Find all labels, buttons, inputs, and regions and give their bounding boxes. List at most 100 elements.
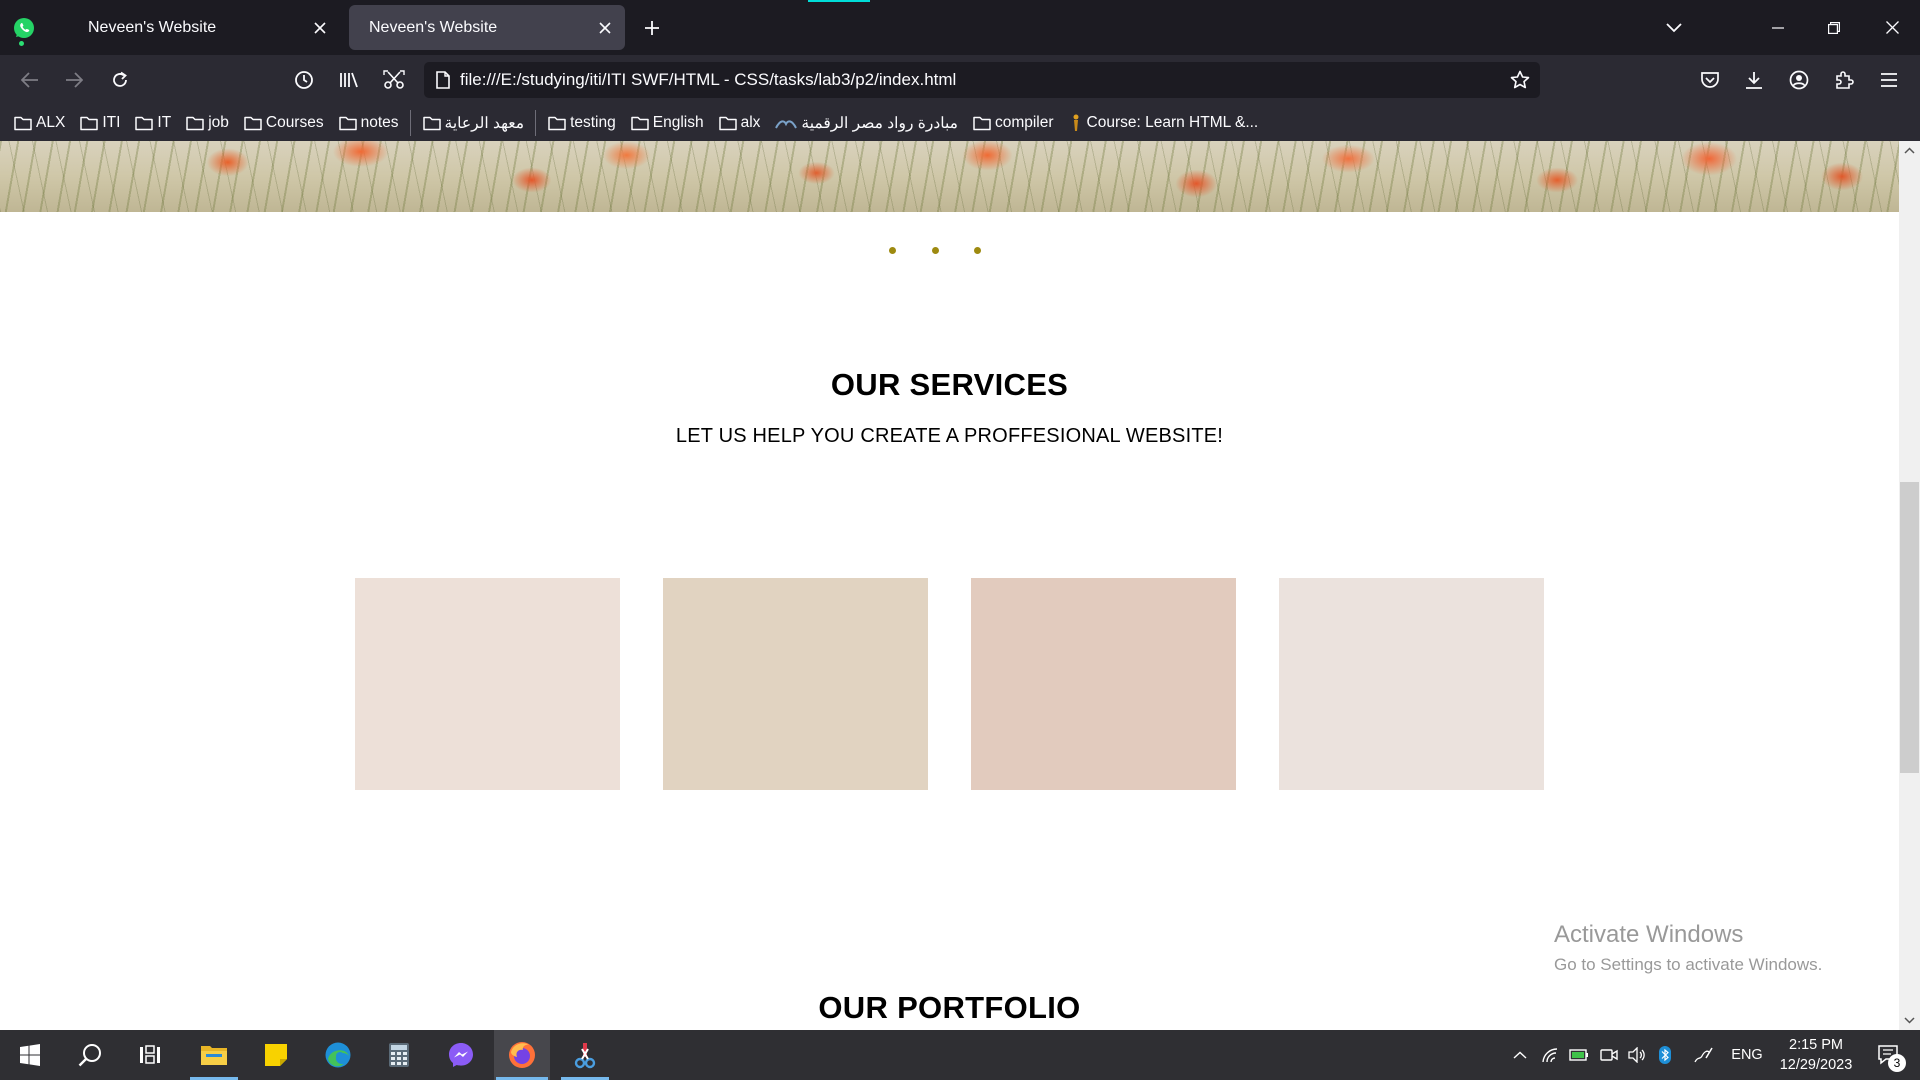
carousel-dot[interactable]: [889, 247, 896, 254]
address-bar[interactable]: file:///E:/studying/iti/ITI SWF/HTML - C…: [424, 62, 1540, 98]
messenger-button[interactable]: [435, 1030, 487, 1080]
folder-icon: [80, 116, 99, 131]
notification-center-button[interactable]: 3: [1866, 1030, 1912, 1080]
bookmark-compiler[interactable]: compiler: [973, 109, 1054, 137]
snipping-tool-button[interactable]: [559, 1030, 611, 1080]
battery-icon: [1569, 1049, 1588, 1061]
bookmark-care-institute[interactable]: معهد الرعاية: [422, 109, 524, 137]
page-icon: [436, 71, 450, 89]
folder-icon: [718, 116, 737, 131]
service-card: [663, 578, 928, 790]
activate-windows-watermark: Activate Windows Go to Settings to activ…: [1554, 921, 1822, 975]
restore-button[interactable]: [1806, 0, 1862, 55]
bluetooth-icon: [1659, 1046, 1671, 1064]
calculator-button[interactable]: [373, 1030, 425, 1080]
calculator-icon: [389, 1043, 409, 1067]
close-tab-icon[interactable]: [304, 12, 336, 44]
tab-bar: Neveen's Website Neveen's Website: [0, 0, 1920, 55]
bookmark-label: Courses: [265, 114, 324, 131]
language-indicator[interactable]: ENG: [1727, 1030, 1767, 1080]
bookmark-english[interactable]: English: [630, 109, 704, 137]
bookmark-notes[interactable]: notes: [338, 109, 399, 137]
bookmark-alx-lower[interactable]: alx: [718, 109, 760, 137]
minimize-button[interactable]: [1750, 0, 1806, 55]
file-explorer-icon: [201, 1046, 227, 1065]
bookmarks-toolbar: ALX ITI IT job Courses notes معهد الرعاي…: [0, 105, 1920, 141]
show-hidden-icons-button[interactable]: [1508, 1030, 1532, 1080]
speaker-icon: [1628, 1047, 1645, 1063]
back-button[interactable]: [13, 63, 47, 97]
whatsapp-icon[interactable]: [12, 16, 36, 46]
bookmark-it[interactable]: IT: [135, 109, 171, 137]
service-card: [971, 578, 1236, 790]
task-view-button[interactable]: [124, 1030, 176, 1080]
bookmark-label: ALX: [36, 114, 66, 131]
bookmark-star-icon[interactable]: [1510, 70, 1530, 90]
pocket-button[interactable]: [1693, 63, 1727, 97]
meet-now-tray-icon[interactable]: [1597, 1030, 1621, 1080]
account-icon: [1789, 70, 1809, 90]
list-tabs-button[interactable]: [1656, 10, 1692, 46]
bookmark-label: مبادرة رواد مصر الرقمية: [801, 114, 958, 132]
url-text[interactable]: file:///E:/studying/iti/ITI SWF/HTML - C…: [460, 70, 1510, 90]
course-site-icon: [1073, 114, 1079, 131]
folder-icon: [548, 116, 566, 131]
menu-button[interactable]: [1872, 63, 1906, 97]
tab-indicator: [808, 0, 870, 2]
service-card: [355, 578, 620, 790]
carousel-dot[interactable]: [932, 247, 939, 254]
folder-icon: [135, 116, 154, 131]
network-tray-icon[interactable]: [1538, 1030, 1562, 1080]
forward-button[interactable]: [57, 63, 91, 97]
battery-tray-icon[interactable]: [1566, 1030, 1592, 1080]
bookmark-separator: [409, 110, 411, 136]
reload-icon: [113, 71, 127, 87]
screenshot-button[interactable]: [377, 63, 411, 97]
volume-tray-icon[interactable]: [1625, 1030, 1649, 1080]
bookmark-digital-egypt[interactable]: مبادرة رواد مصر الرقمية: [775, 109, 958, 137]
folder-icon: [244, 116, 262, 131]
bluetooth-tray-icon[interactable]: [1654, 1030, 1676, 1080]
bookmark-iti[interactable]: ITI: [80, 109, 120, 137]
pen-tray-icon[interactable]: [1692, 1030, 1716, 1080]
close-tab-icon[interactable]: [589, 12, 621, 44]
downloads-button[interactable]: [1737, 63, 1771, 97]
history-button[interactable]: [287, 63, 321, 97]
site-logo-icon: [775, 120, 798, 129]
scrollbar-thumb[interactable]: [1900, 482, 1919, 773]
bookmark-label: ITI: [102, 114, 121, 131]
bookmark-job[interactable]: job: [186, 109, 229, 137]
system-clock[interactable]: 2:15 PM 12/29/2023: [1768, 1035, 1864, 1075]
file-explorer-button[interactable]: [188, 1030, 240, 1080]
watermark-subtitle: Go to Settings to activate Windows.: [1554, 955, 1823, 974]
search-icon: [78, 1044, 101, 1067]
search-button[interactable]: [64, 1030, 116, 1080]
firefox-button[interactable]: [494, 1030, 550, 1080]
camera-icon: [1600, 1049, 1618, 1061]
bookmark-separator: [535, 110, 537, 136]
extensions-button[interactable]: [1827, 63, 1861, 97]
reload-button[interactable]: [103, 63, 137, 97]
pen-icon: [1694, 1047, 1713, 1063]
bookmark-testing[interactable]: testing: [548, 109, 616, 137]
sticky-notes-button[interactable]: [250, 1030, 302, 1080]
start-button[interactable]: [4, 1030, 56, 1080]
close-window-button[interactable]: [1864, 0, 1920, 55]
services-subheading: LET US HELP YOU CREATE A PROFFESIONAL WE…: [675, 425, 1224, 447]
library-button[interactable]: [332, 63, 366, 97]
portfolio-heading: OUR PORTFOLIO: [818, 990, 1081, 1025]
bookmark-alx[interactable]: ALX: [14, 109, 65, 137]
account-button[interactable]: [1782, 63, 1816, 97]
new-tab-button[interactable]: [634, 10, 670, 46]
windows-taskbar: ENG 2:15 PM 12/29/2023 3: [0, 1030, 1920, 1080]
bookmark-courses[interactable]: Courses: [244, 109, 324, 137]
bookmark-course-html[interactable]: Course: Learn HTML &...: [1069, 109, 1258, 137]
navigation-toolbar: file:///E:/studying/iti/ITI SWF/HTML - C…: [0, 55, 1920, 105]
edge-button[interactable]: [312, 1030, 364, 1080]
tab-2-active[interactable]: Neveen's Website: [349, 5, 625, 50]
bookmark-label: English: [652, 114, 704, 131]
carousel-dot[interactable]: [974, 247, 981, 254]
tab-1[interactable]: Neveen's Website: [68, 5, 340, 50]
chevron-down-icon: [1666, 23, 1682, 33]
watermark-title: Activate Windows: [1554, 921, 1744, 948]
